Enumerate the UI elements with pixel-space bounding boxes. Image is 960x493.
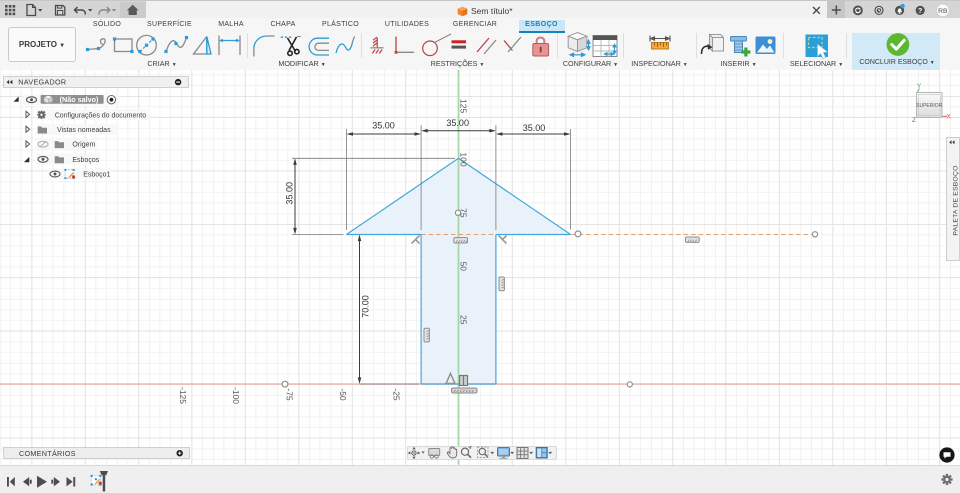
svg-text:?: ?: [918, 8, 922, 15]
svg-text:NAVEGADOR: NAVEGADOR: [18, 78, 66, 87]
svg-text:(Não salvo): (Não salvo): [60, 95, 99, 104]
svg-text:-25: -25: [391, 388, 401, 401]
svg-text:-50: -50: [338, 388, 348, 401]
svg-text:125: 125: [459, 99, 469, 113]
svg-text:35.00: 35.00: [372, 121, 395, 131]
svg-text:Esboços: Esboços: [72, 157, 99, 164]
svg-text:Configurações do documento: Configurações do documento: [55, 112, 147, 119]
svg-text:RB: RB: [938, 8, 948, 15]
svg-text:25: 25: [459, 315, 469, 325]
svg-text:35.00: 35.00: [446, 118, 469, 128]
svg-text:Vistas nomeadas: Vistas nomeadas: [57, 127, 111, 134]
svg-text:Origem: Origem: [72, 142, 95, 149]
svg-text:100: 100: [459, 152, 469, 166]
svg-text:70.00: 70.00: [360, 295, 370, 318]
svg-text:35.00: 35.00: [285, 182, 295, 205]
svg-text:50: 50: [459, 262, 469, 272]
svg-text:35.00: 35.00: [523, 123, 546, 133]
svg-text:-75: -75: [285, 388, 295, 401]
svg-text:-125: -125: [178, 387, 188, 404]
svg-text:Esboço1: Esboço1: [83, 172, 110, 179]
svg-text:-100: -100: [231, 387, 241, 404]
